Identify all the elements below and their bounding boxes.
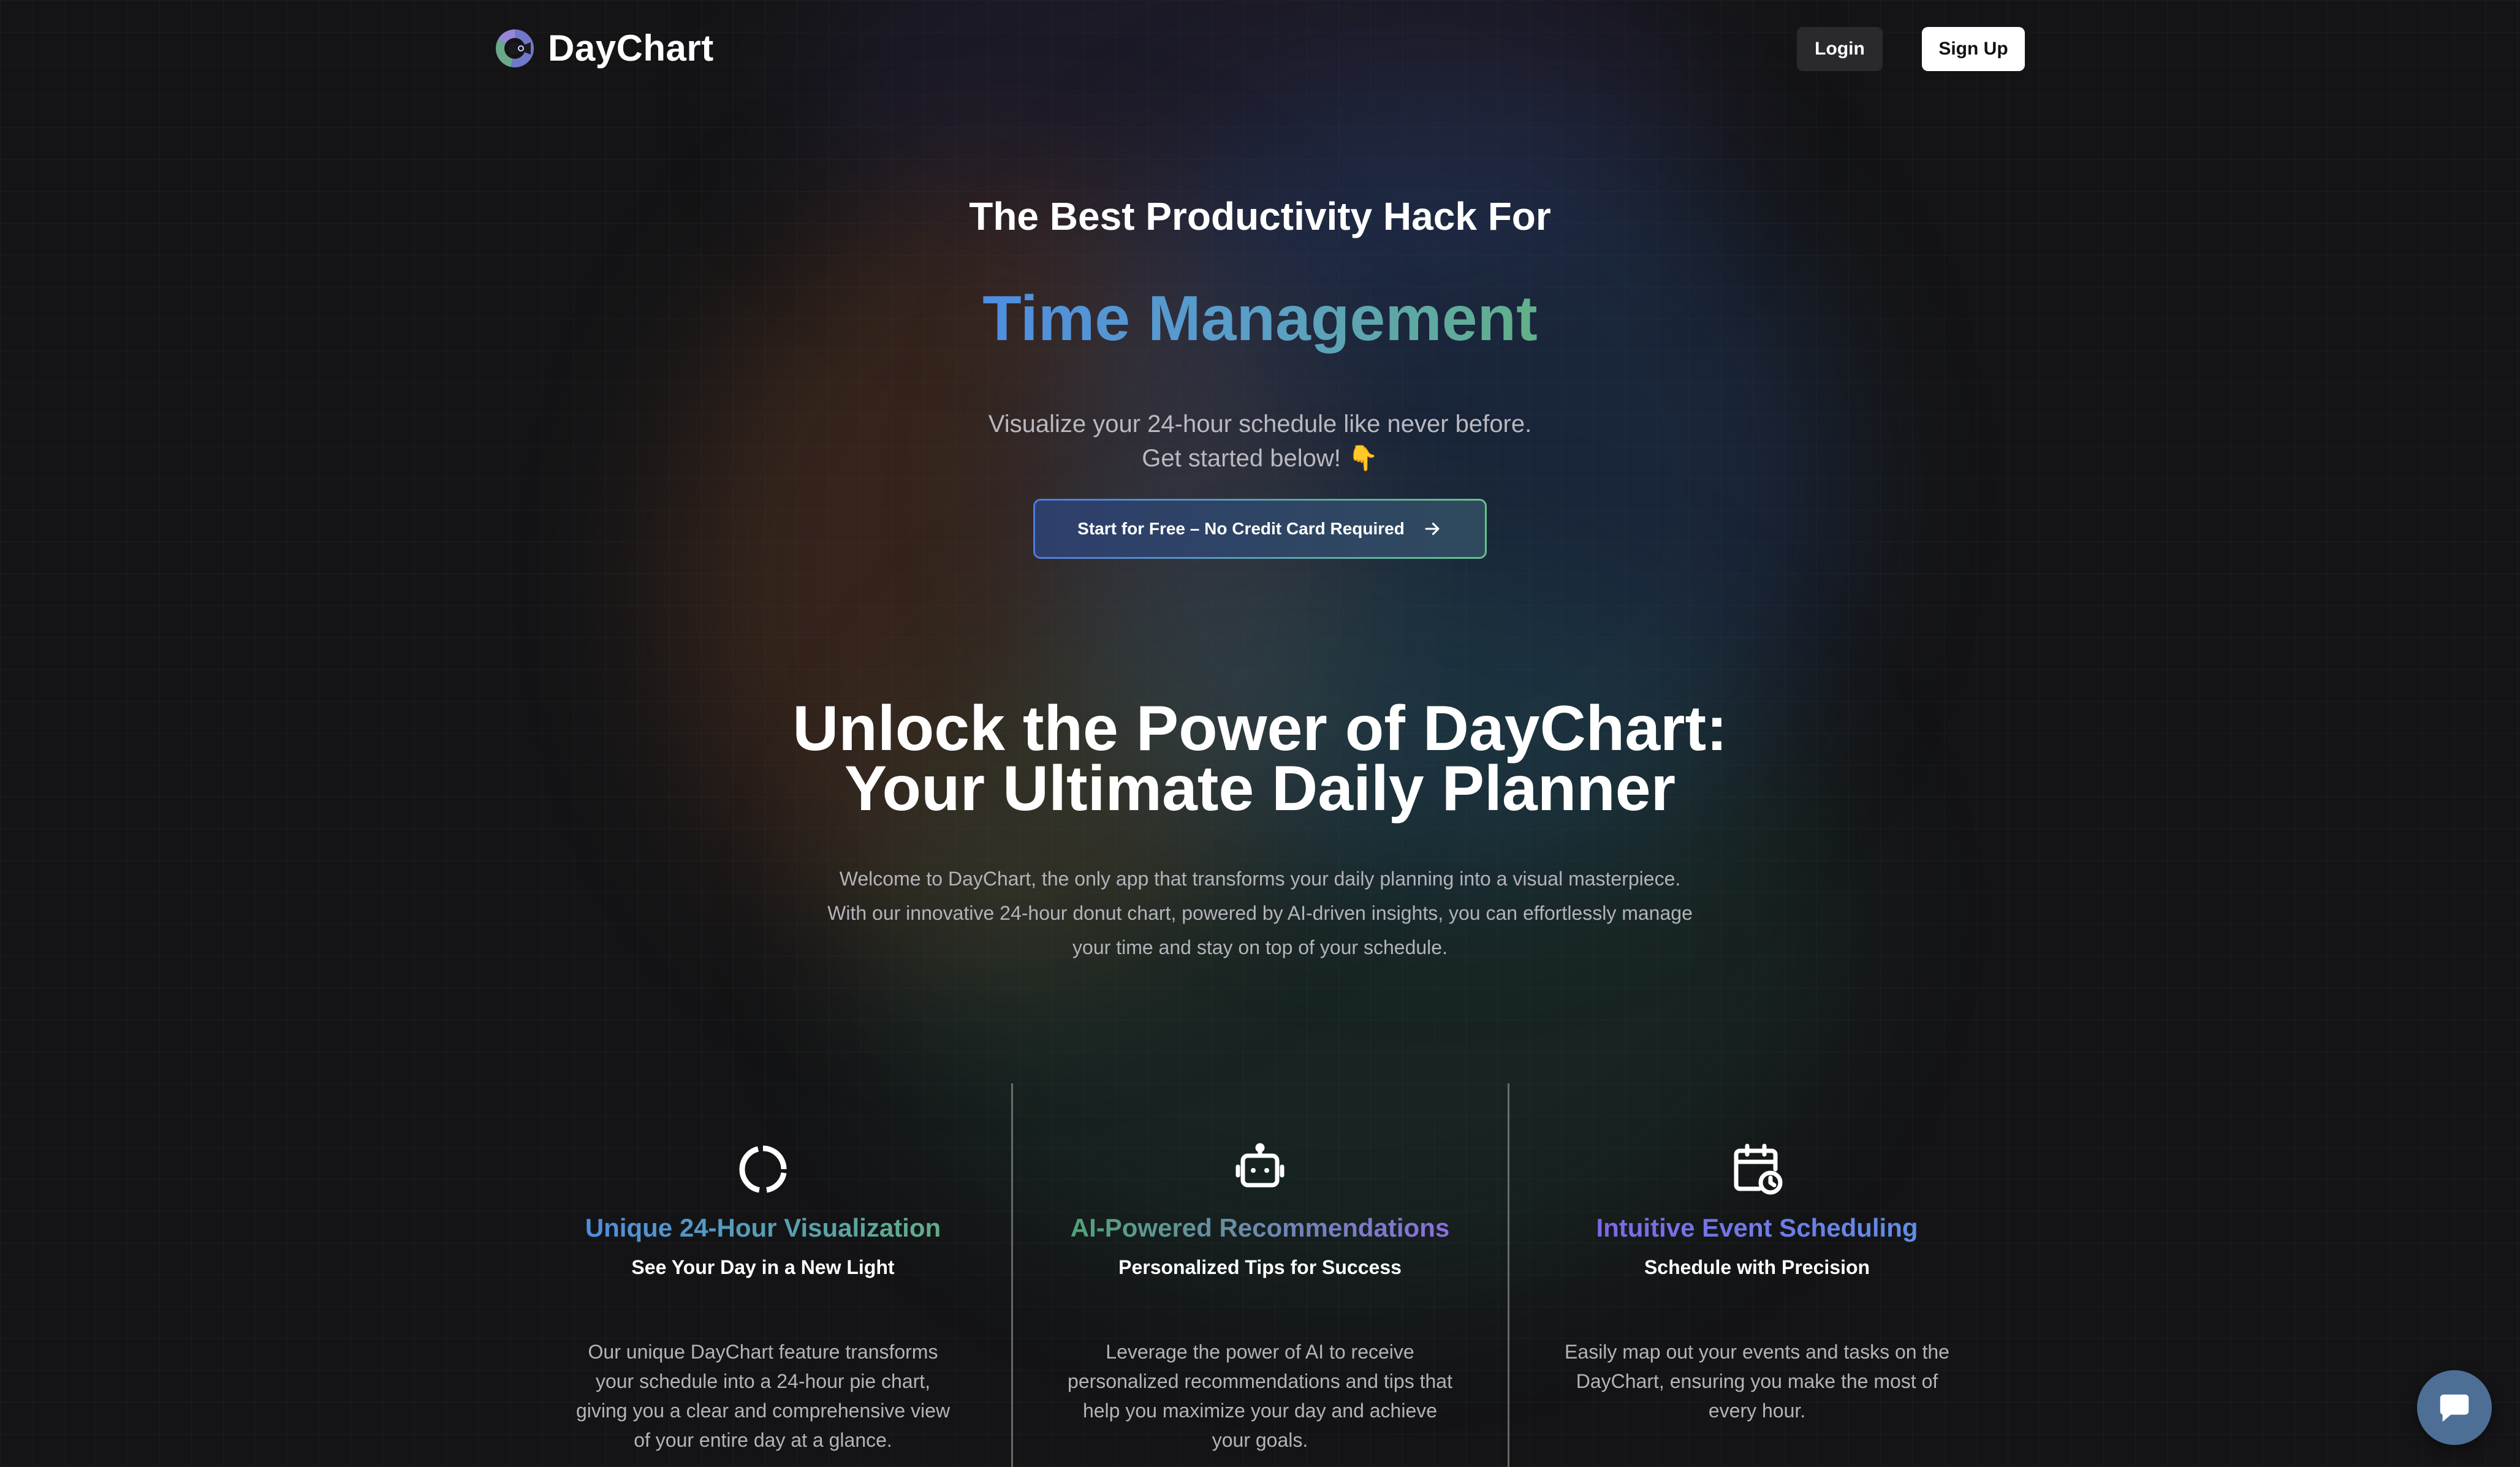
feature-divider <box>1011 1083 1013 1467</box>
hero-subtitle-line: Get started below! 👇 <box>1142 445 1378 472</box>
chat-bubble-icon <box>2440 1394 2469 1422</box>
section-description-line: your time and stay on top of your schedu… <box>1072 936 1448 958</box>
section-description-line: With our innovative 24-hour donut chart,… <box>827 902 1693 924</box>
page: DayChart Login Sign Up The Best Producti… <box>0 0 2520 1467</box>
feature-divider <box>1508 1083 1509 1467</box>
section-description: Welcome to DayChart, the only app that t… <box>770 862 1750 965</box>
section-description-line: Welcome to DayChart, the only app that t… <box>839 868 1681 890</box>
hero-subtitle: Visualize your 24-hour schedule like nev… <box>0 407 2520 476</box>
feature-card-ai: AI-Powered Recommendations Personalized … <box>1046 1140 1474 1455</box>
brand-name: DayChart <box>548 28 714 69</box>
section-title-line: Unlock the Power of DayChart: <box>792 693 1728 764</box>
hero-subtitle-line: Visualize your 24-hour schedule like nev… <box>988 411 1532 438</box>
hero-headline-text: Time Management <box>982 283 1538 354</box>
feature-description: Leverage the power of AI to receive pers… <box>1068 1341 1452 1451</box>
feature-title: Intuitive Event Scheduling <box>1596 1213 1918 1242</box>
feature-card-scheduling: Intuitive Event Scheduling Schedule with… <box>1543 1140 1972 1425</box>
hero-headline: Time Management <box>0 281 2520 357</box>
section-title: Unlock the Power of DayChart: Your Ultim… <box>0 693 2520 824</box>
chat-widget-button[interactable] <box>2417 1370 2492 1445</box>
login-button[interactable]: Login <box>1797 27 1883 71</box>
donut-chart-icon <box>739 1145 787 1193</box>
brand-logo-link[interactable]: DayChart <box>494 27 714 69</box>
header: DayChart Login Sign Up <box>0 0 2520 98</box>
hero-kicker: The Best Productivity Hack For <box>969 194 1551 238</box>
feature-subtitle: See Your Day in a New Light <box>631 1256 895 1278</box>
feature-card-visualization: Unique 24-Hour Visualization See Your Da… <box>548 1140 977 1455</box>
donut-logo-icon <box>496 29 534 67</box>
robot-icon <box>1235 1143 1285 1188</box>
feature-subtitle: Personalized Tips for Success <box>1118 1256 1402 1278</box>
feature-subtitle: Schedule with Precision <box>1644 1256 1870 1278</box>
start-free-label: Start for Free – No Credit Card Required <box>1077 519 1405 538</box>
feature-description: Easily map out your events and tasks on … <box>1565 1341 1949 1422</box>
feature-title: AI-Powered Recommendations <box>1070 1213 1450 1242</box>
calendar-clock-icon <box>1734 1143 1783 1195</box>
section-title-line: Your Ultimate Daily Planner <box>844 753 1676 824</box>
feature-title: Unique 24-Hour Visualization <box>585 1213 941 1242</box>
start-free-button[interactable]: Start for Free – No Credit Card Required <box>1033 499 1487 559</box>
feature-description: Our unique DayChart feature transforms y… <box>575 1341 951 1451</box>
arrow-right-icon <box>1425 522 1440 536</box>
signup-button[interactable]: Sign Up <box>1922 27 2025 71</box>
